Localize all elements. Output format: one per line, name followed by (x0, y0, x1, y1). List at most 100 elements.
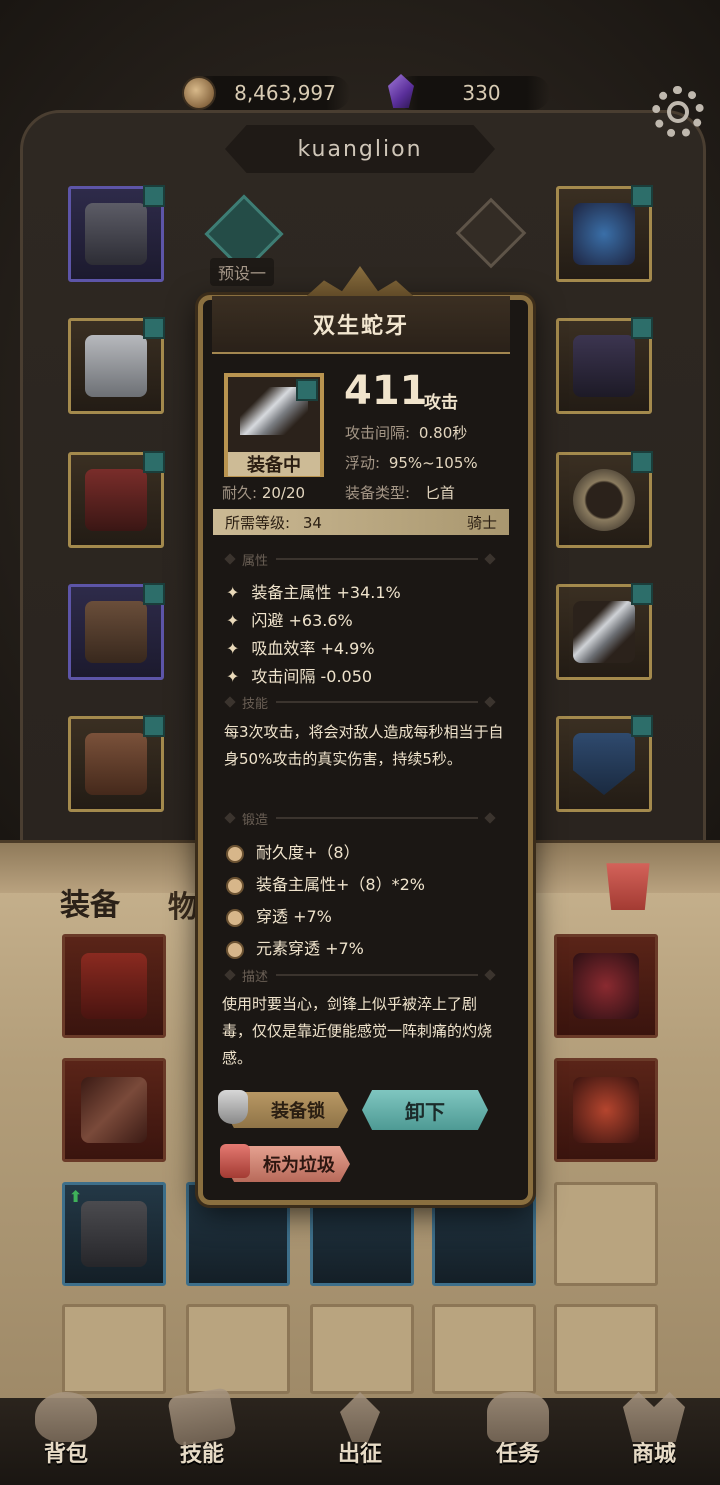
stat-value: 0.80秒 (418, 424, 468, 442)
forge-text: 元素穿透 +7% (256, 939, 364, 958)
trash-can-icon (220, 1144, 250, 1178)
upgrade-arrow-icon: ⬆ (69, 1187, 83, 1206)
leather-boots-icon (85, 733, 147, 795)
slot-badge (631, 451, 653, 473)
stat-value: 95%~105% (388, 454, 478, 472)
tab-equipment[interactable]: 装备 (60, 880, 120, 924)
backpack-icon (35, 1392, 97, 1442)
stat-label: 攻击间隔: (345, 424, 411, 442)
attribute-line: ✦ 装备主属性 +34.1% (226, 579, 401, 603)
durability-label: 耐久: (222, 484, 258, 502)
durability-value: 20/20 (261, 484, 306, 502)
gem-amount: 330 (462, 81, 501, 105)
spiked-gauntlet-icon (85, 469, 147, 531)
item-title-bar: 双生蛇牙 (212, 296, 510, 354)
attribute-text: 吸血效率 +4.9% (251, 639, 375, 658)
bag-slot[interactable] (62, 934, 166, 1038)
helmet-slot[interactable] (68, 185, 165, 282)
slot-badge (631, 185, 653, 207)
leather-pants-icon (85, 601, 147, 663)
unequip-button-label: 卸下 (405, 1099, 445, 1124)
twin-serpent-dagger-icon (573, 601, 635, 663)
forge-dot-icon (226, 876, 244, 895)
slot-badge (631, 715, 653, 737)
class-requirement: 骑士 (466, 513, 497, 532)
attack-value: 411 (344, 368, 428, 414)
slot-badge (631, 317, 653, 339)
crown-shop-icon (623, 1392, 685, 1442)
section-title: 技能 (242, 696, 269, 712)
nav-item-skills[interactable]: 技能 (152, 1386, 252, 1468)
cloak-slot[interactable] (556, 317, 653, 414)
bag-slot-empty[interactable] (554, 1304, 658, 1394)
nav-item-quests[interactable]: 任务 (468, 1392, 568, 1468)
bag-slot[interactable]: ⬆ (62, 1182, 166, 1286)
nav-item-shop[interactable]: 商城 (604, 1392, 704, 1468)
gem-counter: 330 (395, 76, 550, 110)
stat-label: 浮动: (345, 454, 381, 472)
iron-helmet-icon (85, 203, 147, 265)
item-name: 双生蛇牙 (312, 314, 409, 339)
pants-slot[interactable] (68, 583, 165, 680)
stat-row: 攻击间隔: 0.80秒 (345, 422, 467, 443)
sword-map-icon (340, 1392, 380, 1442)
section-title: 属性 (242, 553, 269, 569)
armor-slot[interactable] (68, 317, 165, 414)
bag-slot-empty[interactable] (432, 1304, 536, 1394)
forge-dot-icon (226, 844, 244, 863)
weapon-slot[interactable] (556, 583, 653, 680)
slot-badge (143, 715, 165, 737)
skill-description: 每3次攻击，将会对敌人造成每秒相当于自身50%攻击的真实伤害，持续5秒。 (224, 723, 504, 768)
player-name-plate: kuanglion (225, 125, 495, 173)
forge-dot-icon (226, 940, 244, 959)
gloves-slot[interactable] (68, 451, 165, 548)
attack-label: 攻击 (424, 393, 458, 413)
nav-item-expedition[interactable]: 出征 (310, 1392, 410, 1468)
forge-dot-icon (226, 908, 244, 927)
quest-scroll-icon (487, 1392, 549, 1442)
stat-value: 匕首 (424, 484, 455, 502)
bag-slot-empty[interactable] (62, 1304, 166, 1394)
forge-line: 穿透 +7% (226, 903, 332, 927)
item-lore-text: 使用时要当心，剑锋上似乎被淬上了剧毒，仅仅是靠近便能感觉一阵刺痛的灼烧感。 (222, 995, 493, 1067)
bag-slot[interactable] (62, 1058, 166, 1162)
dark-armor-icon (81, 1201, 147, 1267)
durability-row: 耐久: 20/20 (222, 482, 305, 503)
required-level-label: 所需等级: (225, 513, 291, 532)
bag-slot[interactable] (554, 1058, 658, 1162)
unequip-button[interactable]: 卸下 (362, 1090, 488, 1130)
shield-slot[interactable] (556, 715, 653, 812)
forge-text: 耐久度+（8） (256, 843, 360, 862)
cross-shield-icon (573, 733, 635, 795)
skill-scroll-icon (167, 1386, 237, 1448)
amulet-slot[interactable] (556, 185, 653, 282)
amulet-icon (573, 203, 635, 265)
nav-item-backpack[interactable]: 背包 (16, 1392, 116, 1468)
flame-hood-icon (573, 1077, 639, 1143)
slot-badge (143, 185, 165, 207)
gold-coin-icon (182, 76, 216, 110)
equipped-tag: 装备中 (228, 452, 320, 476)
section-title: 锻造 (242, 812, 269, 828)
ring-slot[interactable] (556, 451, 653, 548)
player-name: kuanglion (297, 136, 423, 162)
bag-slot-empty[interactable] (310, 1304, 414, 1394)
star-icon: ✦ (226, 611, 240, 630)
required-level-bar: 所需等级: 34 骑士 (213, 509, 509, 535)
bag-slot-empty[interactable] (554, 1182, 658, 1286)
bag-slot[interactable] (554, 934, 658, 1038)
eye-staff-icon (573, 953, 639, 1019)
forge-text: 穿透 +7% (256, 907, 332, 926)
thorn-mace-icon (81, 1077, 147, 1143)
section-header-forge: 锻造 (224, 808, 502, 828)
trash-bin-icon[interactable] (606, 863, 650, 910)
section-header-skill: 技能 (224, 692, 502, 712)
bag-slot-empty[interactable] (186, 1304, 290, 1394)
attribute-text: 攻击间隔 -0.050 (251, 667, 373, 686)
star-icon: ✦ (226, 639, 240, 658)
slot-badge (631, 583, 653, 605)
star-icon: ✦ (226, 583, 240, 602)
serpent-ring-icon (573, 469, 635, 531)
boots-slot[interactable] (68, 715, 165, 812)
preset-one-label: 预设一 (210, 258, 275, 286)
